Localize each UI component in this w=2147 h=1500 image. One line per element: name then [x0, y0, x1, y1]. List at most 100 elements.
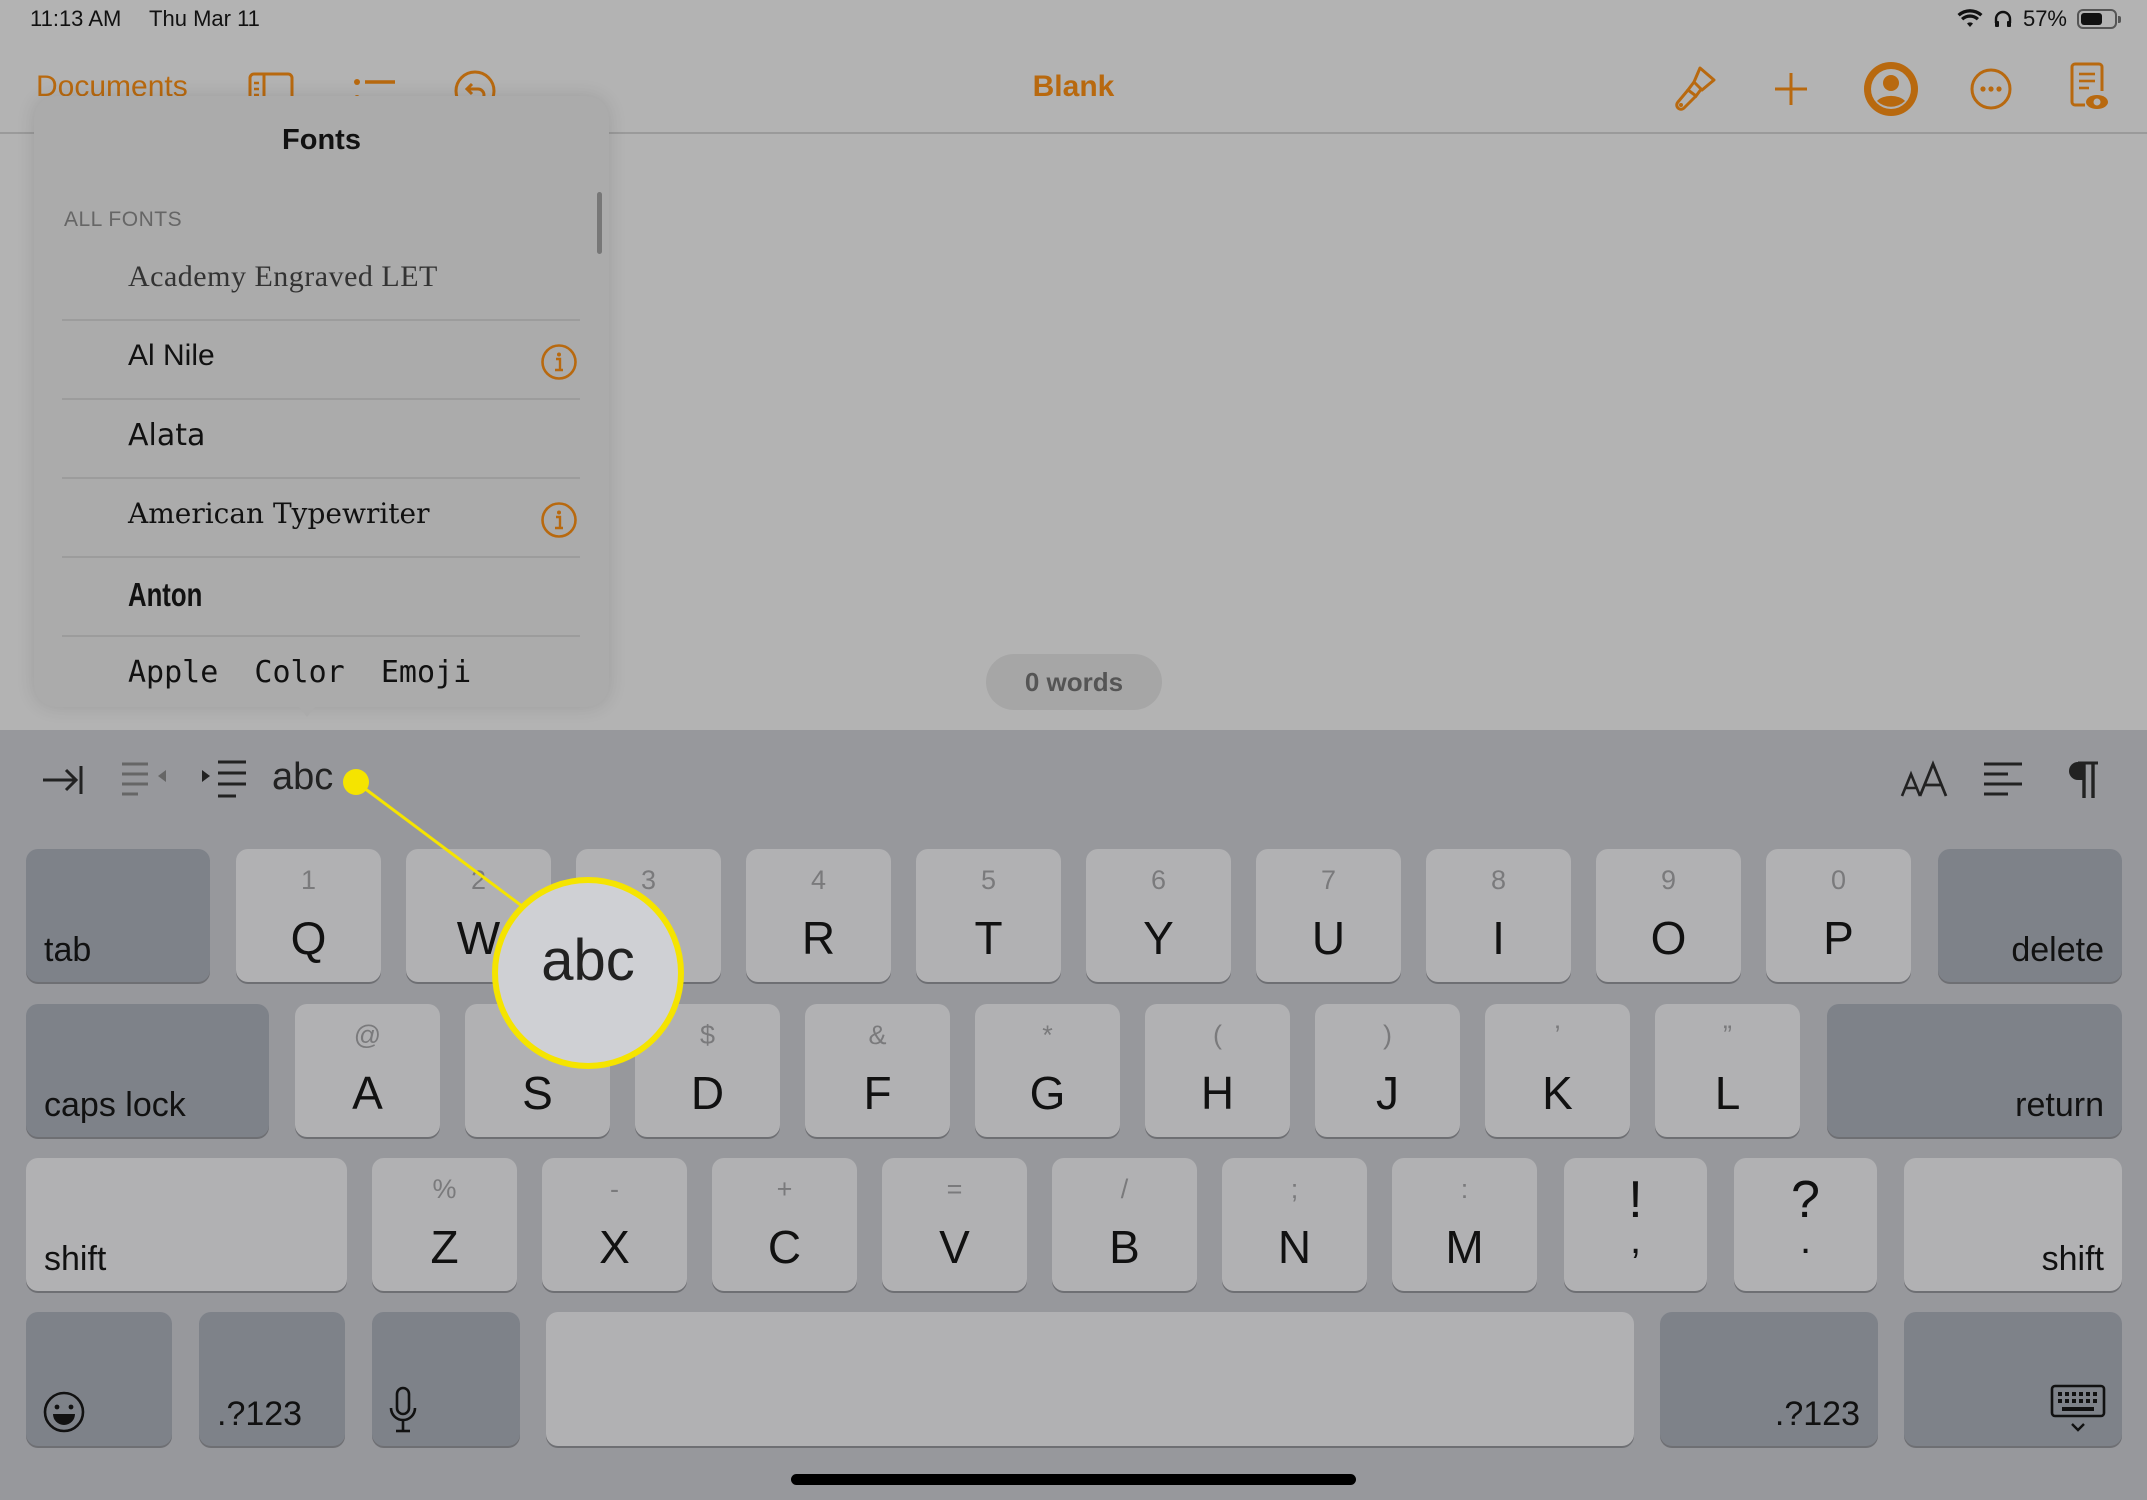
font-name: Apple Color Emoji — [128, 655, 472, 690]
key-label: .?123 — [217, 1395, 303, 1433]
font-item-apple-color-emoji[interactable]: Apple Color Emoji — [62, 637, 580, 707]
status-time: 11:13 AM — [30, 6, 122, 31]
key-secondary-label: 5 — [980, 865, 997, 895]
key-m[interactable]: :M — [1392, 1158, 1537, 1291]
numbers-key-right[interactable]: .?123 — [1660, 1312, 1878, 1446]
key-secondary-label: ; — [1290, 1174, 1299, 1204]
key-secondary-label: 8 — [1490, 865, 1507, 895]
popover-title: Fonts — [282, 124, 361, 156]
paintbrush-icon[interactable] — [1668, 62, 1722, 116]
indent-button[interactable] — [40, 756, 84, 804]
font-item-academy-engraved[interactable]: Academy Engraved LET — [62, 242, 580, 321]
key-x[interactable]: -X — [542, 1158, 687, 1291]
key-secondary-label: 4 — [810, 865, 827, 895]
key-y[interactable]: 6Y — [1086, 849, 1231, 982]
key-b[interactable]: / B — [1052, 1158, 1197, 1291]
key-k[interactable]: ’ K — [1485, 1004, 1630, 1137]
keyboard-dismiss-icon — [2050, 1384, 2106, 1432]
battery-icon — [2077, 9, 2121, 29]
font-item-american-typewriter[interactable]: American Typewriter — [62, 479, 580, 558]
key-o[interactable]: 9O — [1596, 849, 1741, 982]
popover-scrollbar[interactable] — [597, 192, 602, 254]
exclamation-comma-key[interactable]: ! , — [1564, 1158, 1707, 1291]
key-primary-label: P — [1823, 912, 1854, 964]
tab-key[interactable]: tab — [26, 849, 210, 982]
abc-button[interactable]: abc — [272, 756, 333, 799]
list-indent-button[interactable] — [200, 756, 250, 804]
reader-view-button[interactable] — [2062, 60, 2116, 114]
more-button[interactable] — [1964, 62, 2018, 116]
callout-text: abc — [541, 928, 635, 993]
font-name: Academy Engraved LET — [128, 260, 438, 293]
key-l[interactable]: ” L — [1655, 1004, 1800, 1137]
key-label: delete — [2011, 931, 2104, 969]
wifi-icon — [1957, 9, 1983, 27]
font-item-anton[interactable]: Anton — [62, 558, 580, 637]
key-primary-label: B — [1109, 1221, 1140, 1273]
key-secondary-label: 9 — [1660, 865, 1677, 895]
key-r[interactable]: 4R — [746, 849, 891, 982]
key-f[interactable]: & F — [805, 1004, 950, 1137]
key-secondary-label: & — [868, 1020, 887, 1050]
font-item-al-nile[interactable]: Al Nile — [62, 321, 580, 400]
key-v[interactable]: = V — [882, 1158, 1027, 1291]
key-secondary-label: 7 — [1320, 865, 1337, 895]
shift-key-left[interactable]: shift — [26, 1158, 347, 1291]
numbers-key-left[interactable]: .?123 — [199, 1312, 345, 1446]
key-primary-label: M — [1445, 1221, 1484, 1273]
key-primary-label: Z — [430, 1221, 459, 1273]
font-name: American Typewriter — [128, 497, 430, 530]
home-indicator[interactable] — [791, 1474, 1356, 1485]
paragraph-button[interactable] — [2066, 756, 2100, 804]
key-i[interactable]: 8I — [1426, 849, 1571, 982]
question-period-key[interactable]: ? . — [1734, 1158, 1877, 1291]
microphone-icon — [389, 1386, 417, 1433]
emoji-key[interactable] — [26, 1312, 172, 1446]
key-t[interactable]: 5T — [916, 849, 1061, 982]
caps-lock-key[interactable]: caps lock — [26, 1004, 269, 1137]
return-key[interactable]: return — [1827, 1004, 2122, 1137]
key-z[interactable]: % Z — [372, 1158, 517, 1291]
shift-key-right[interactable]: shift — [1904, 1158, 2122, 1291]
key-g[interactable]: * G — [975, 1004, 1120, 1137]
key-primary-label: H — [1200, 1067, 1235, 1119]
text-size-button[interactable] — [1900, 756, 1948, 804]
key-j[interactable]: ) J — [1315, 1004, 1460, 1137]
key-p[interactable]: 0P — [1766, 849, 1911, 982]
align-button[interactable] — [1982, 756, 2024, 804]
add-button[interactable] — [1764, 62, 1818, 116]
key-primary-label: Q — [290, 912, 327, 964]
indent-icon — [43, 766, 83, 794]
collaborate-button[interactable] — [1862, 60, 1920, 118]
plus-icon — [1775, 73, 1807, 105]
space-key[interactable] — [546, 1312, 1634, 1446]
key-a[interactable]: @ A — [295, 1004, 440, 1137]
key-c[interactable]: + C — [712, 1158, 857, 1291]
key-label: caps lock — [44, 1086, 186, 1124]
font-name: Al Nile — [128, 339, 215, 372]
key-primary-label: D — [690, 1067, 725, 1119]
key-n[interactable]: ; N — [1222, 1158, 1367, 1291]
status-bar-left: 11:13 AM Thu Mar 11 — [30, 6, 282, 32]
key-secondary-label: 0 — [1830, 865, 1847, 895]
key-primary-label: L — [1714, 1067, 1741, 1119]
word-count-badge[interactable]: 0 words — [986, 654, 1162, 710]
info-icon[interactable] — [540, 343, 578, 381]
font-item-alata[interactable]: Alata — [62, 400, 580, 479]
fonts-popover: Fonts ALL FONTS Academy Engraved LET Al … — [34, 96, 609, 707]
key-u[interactable]: 7U — [1256, 849, 1401, 982]
key-primary-label: A — [352, 1067, 383, 1119]
key-h[interactable]: (H — [1145, 1004, 1290, 1137]
key-q[interactable]: 1Q — [236, 849, 381, 982]
dictation-key[interactable] — [372, 1312, 520, 1446]
font-name: Alata — [128, 418, 206, 453]
key-label: return — [2015, 1086, 2104, 1124]
info-icon[interactable] — [540, 501, 578, 539]
dismiss-keyboard-key[interactable] — [1904, 1312, 2122, 1446]
outdent-button[interactable] — [118, 756, 170, 804]
key-label: tab — [44, 931, 92, 969]
key-primary-label: V — [939, 1221, 970, 1273]
key-primary-label: F — [863, 1067, 892, 1119]
delete-key[interactable]: delete — [1938, 849, 2122, 982]
key-secondary-label: 1 — [300, 865, 317, 895]
